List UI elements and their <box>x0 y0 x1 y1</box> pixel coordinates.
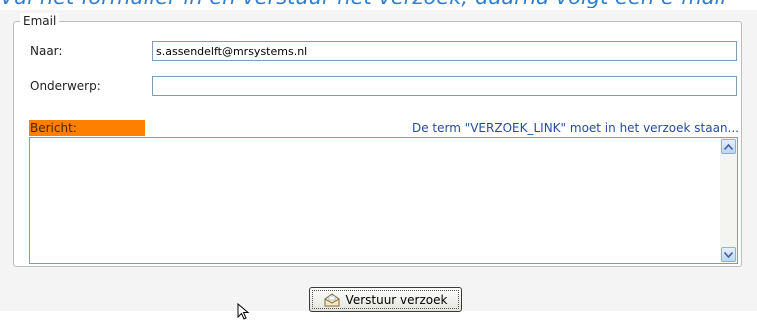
scroll-down-button[interactable] <box>721 247 736 262</box>
subject-field[interactable] <box>152 76 737 96</box>
email-fieldset: Email Naar: Onderwerp: Bericht: De term … <box>13 13 742 267</box>
page-caption-fragment: Vul het formulier in en verstuur het ver… <box>0 0 757 8</box>
arrow-up-icon <box>724 143 733 150</box>
mouse-pointer-icon <box>237 303 250 320</box>
send-button-label: Verstuur verzoek <box>345 292 448 307</box>
envelope-icon <box>324 292 340 306</box>
message-label: Bericht: <box>29 120 145 136</box>
to-label: Naar: <box>30 44 63 58</box>
message-hint: De term "VERZOEK_LINK" moet in het verzo… <box>411 121 739 135</box>
email-legend: Email <box>20 13 60 29</box>
message-textarea[interactable] <box>29 137 738 264</box>
message-scrollbar[interactable] <box>720 138 737 263</box>
email-form-panel: Email Naar: Onderwerp: Bericht: De term … <box>0 10 757 320</box>
send-request-button[interactable]: Verstuur verzoek <box>309 287 462 312</box>
scroll-up-button[interactable] <box>721 139 736 154</box>
subject-label: Onderwerp: <box>30 79 101 93</box>
to-field[interactable] <box>152 41 737 61</box>
arrow-down-icon <box>724 251 733 258</box>
